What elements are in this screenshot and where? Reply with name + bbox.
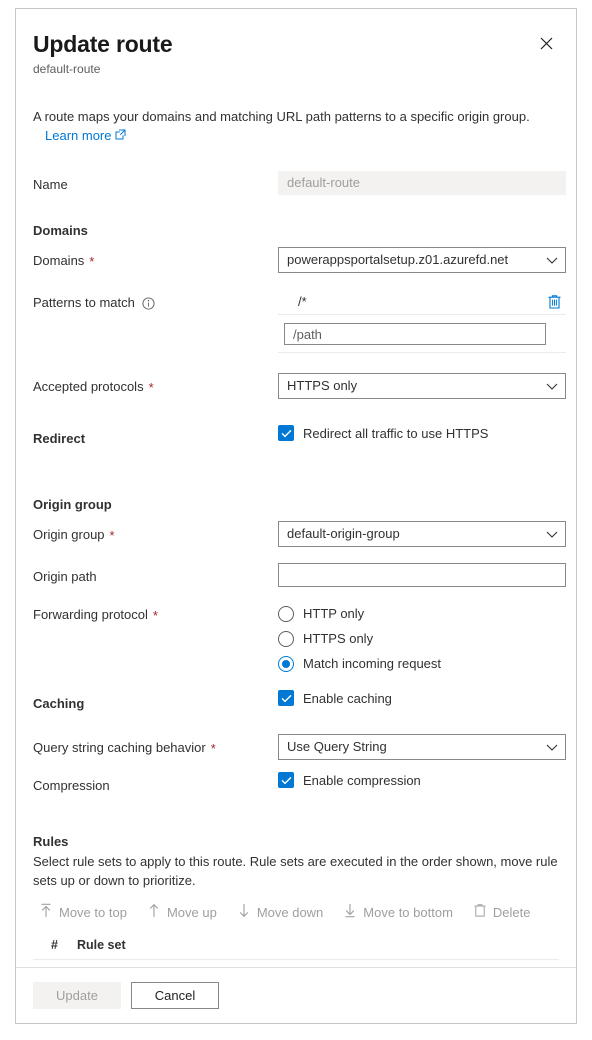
pattern-input-row — [278, 323, 566, 353]
name-row: Name default-route — [33, 171, 566, 195]
move-to-top-icon — [39, 903, 53, 921]
pattern-input[interactable] — [284, 323, 546, 345]
enable-compression-label: Enable compression — [303, 772, 421, 788]
origin-group-select[interactable]: default-origin-group — [278, 521, 566, 547]
radio-http-only[interactable]: HTTP only — [278, 601, 559, 626]
patterns-label: Patterns to match — [33, 289, 278, 313]
rules-description: Select rule sets to apply to this route.… — [33, 854, 558, 888]
learn-more-link[interactable]: Learn more — [45, 126, 126, 145]
intro-block: A route maps your domains and matching U… — [33, 107, 559, 145]
delete-pattern-button[interactable] — [545, 292, 564, 312]
pattern-value: /* — [298, 294, 307, 309]
accepted-protocols-label: Accepted protocols * — [33, 379, 154, 395]
rules-command-bar: Move to top Move up Move down Move to bo… — [33, 900, 559, 924]
enable-caching-label: Enable caching — [303, 690, 392, 706]
name-input: default-route — [278, 171, 566, 195]
patterns-row: Patterns to match /* — [33, 289, 566, 353]
domains-label: Domains * — [33, 253, 95, 269]
name-label: Name — [33, 177, 68, 192]
arrow-down-icon — [237, 903, 251, 921]
query-string-caching-label: Query string caching behavior * — [33, 740, 216, 756]
forwarding-protocol-radio-group: HTTP only HTTPS only Match incoming requ… — [278, 601, 559, 676]
learn-more-label: Learn more — [45, 128, 112, 143]
column-header-rule-set: Rule set — [77, 938, 126, 952]
origin-group-row: Origin group * default-origin-group — [33, 521, 566, 547]
radio-match-incoming-request[interactable]: Match incoming request — [278, 651, 559, 676]
page-title: Update route — [33, 31, 173, 57]
update-button[interactable]: Update — [33, 982, 121, 1009]
close-button[interactable] — [530, 29, 562, 61]
move-to-top-label: Move to top — [59, 904, 127, 920]
rules-section-heading: Rules — [33, 834, 69, 849]
radio-label: Match incoming request — [303, 656, 442, 671]
caching-row: Caching Enable caching — [33, 690, 559, 714]
radio-label: HTTP only — [303, 606, 365, 621]
info-icon[interactable] — [142, 296, 155, 310]
trash-icon — [547, 294, 562, 313]
required-marker: * — [148, 379, 154, 395]
checkbox-checked-icon — [278, 772, 294, 788]
compression-row: Compression Enable compression — [33, 772, 559, 796]
required-marker: * — [109, 527, 115, 543]
cancel-button[interactable]: Cancel — [131, 982, 219, 1009]
trash-icon — [473, 903, 487, 921]
external-link-icon — [115, 126, 126, 145]
radio-label: HTTPS only — [303, 631, 374, 646]
forwarding-protocol-row: Forwarding protocol * HTTP only HTTPS on… — [33, 601, 559, 676]
dialog-body: A route maps your domains and matching U… — [16, 77, 576, 967]
accepted-protocols-select[interactable]: HTTPS only — [278, 373, 566, 399]
intro-text: A route maps your domains and matching U… — [33, 109, 530, 124]
move-to-bottom-button[interactable]: Move to bottom — [341, 900, 455, 924]
origin-group-label: Origin group * — [33, 527, 115, 543]
enable-compression-checkbox[interactable]: Enable compression — [278, 772, 559, 788]
redirect-https-checkbox[interactable]: Redirect all traffic to use HTTPS — [278, 425, 559, 441]
origin-path-input[interactable] — [278, 563, 566, 587]
dialog-subtitle: default-route — [33, 62, 101, 76]
radio-unchecked-icon — [278, 605, 294, 622]
move-to-bottom-label: Move to bottom — [363, 904, 453, 920]
rules-table-header: # Rule set — [33, 938, 559, 960]
domains-section-heading: Domains — [33, 223, 88, 238]
required-marker: * — [152, 607, 158, 623]
arrow-up-icon — [147, 903, 161, 921]
origin-group-section-heading: Origin group — [33, 497, 112, 512]
caching-heading: Caching — [33, 696, 85, 711]
delete-rule-button[interactable]: Delete — [471, 900, 533, 924]
close-icon — [540, 37, 553, 53]
move-down-button[interactable]: Move down — [235, 900, 325, 924]
radio-unchecked-icon — [278, 630, 294, 647]
domains-row: Domains * powerappsportalsetup.z01.azure… — [33, 247, 566, 273]
query-string-caching-row: Query string caching behavior * Use Quer… — [33, 734, 566, 760]
origin-path-label: Origin path — [33, 569, 97, 584]
dialog-footer: Update Cancel — [16, 967, 576, 1023]
redirect-checkbox-label: Redirect all traffic to use HTTPS — [303, 425, 489, 441]
radio-checked-icon — [278, 655, 294, 672]
query-string-caching-select[interactable]: Use Query String — [278, 734, 566, 760]
move-up-button[interactable]: Move up — [145, 900, 219, 924]
checkbox-checked-icon — [278, 425, 294, 441]
redirect-heading: Redirect — [33, 431, 86, 446]
radio-https-only[interactable]: HTTPS only — [278, 626, 559, 651]
domains-select[interactable]: powerappsportalsetup.z01.azurefd.net — [278, 247, 566, 273]
forwarding-protocol-label: Forwarding protocol * — [33, 607, 158, 623]
delete-label: Delete — [492, 904, 531, 920]
required-marker: * — [89, 253, 95, 269]
pattern-list-item: /* — [278, 289, 566, 315]
move-to-bottom-icon — [343, 903, 357, 921]
accepted-protocols-row: Accepted protocols * HTTPS only — [33, 373, 566, 399]
enable-caching-checkbox[interactable]: Enable caching — [278, 690, 559, 706]
move-down-label: Move down — [256, 904, 324, 920]
redirect-row: Redirect Redirect all traffic to use HTT… — [33, 425, 559, 449]
origin-path-row: Origin path — [33, 563, 566, 587]
rules-table: # Rule set — [33, 938, 559, 960]
compression-label: Compression — [33, 778, 110, 793]
dialog-header: Update route default-route — [16, 9, 576, 77]
move-up-label: Move up — [166, 904, 217, 920]
checkbox-checked-icon — [278, 690, 294, 706]
column-header-number: # — [51, 938, 58, 952]
move-to-top-button[interactable]: Move to top — [37, 900, 129, 924]
required-marker: * — [210, 740, 216, 756]
update-route-dialog: Update route default-route A route maps … — [15, 8, 577, 1024]
